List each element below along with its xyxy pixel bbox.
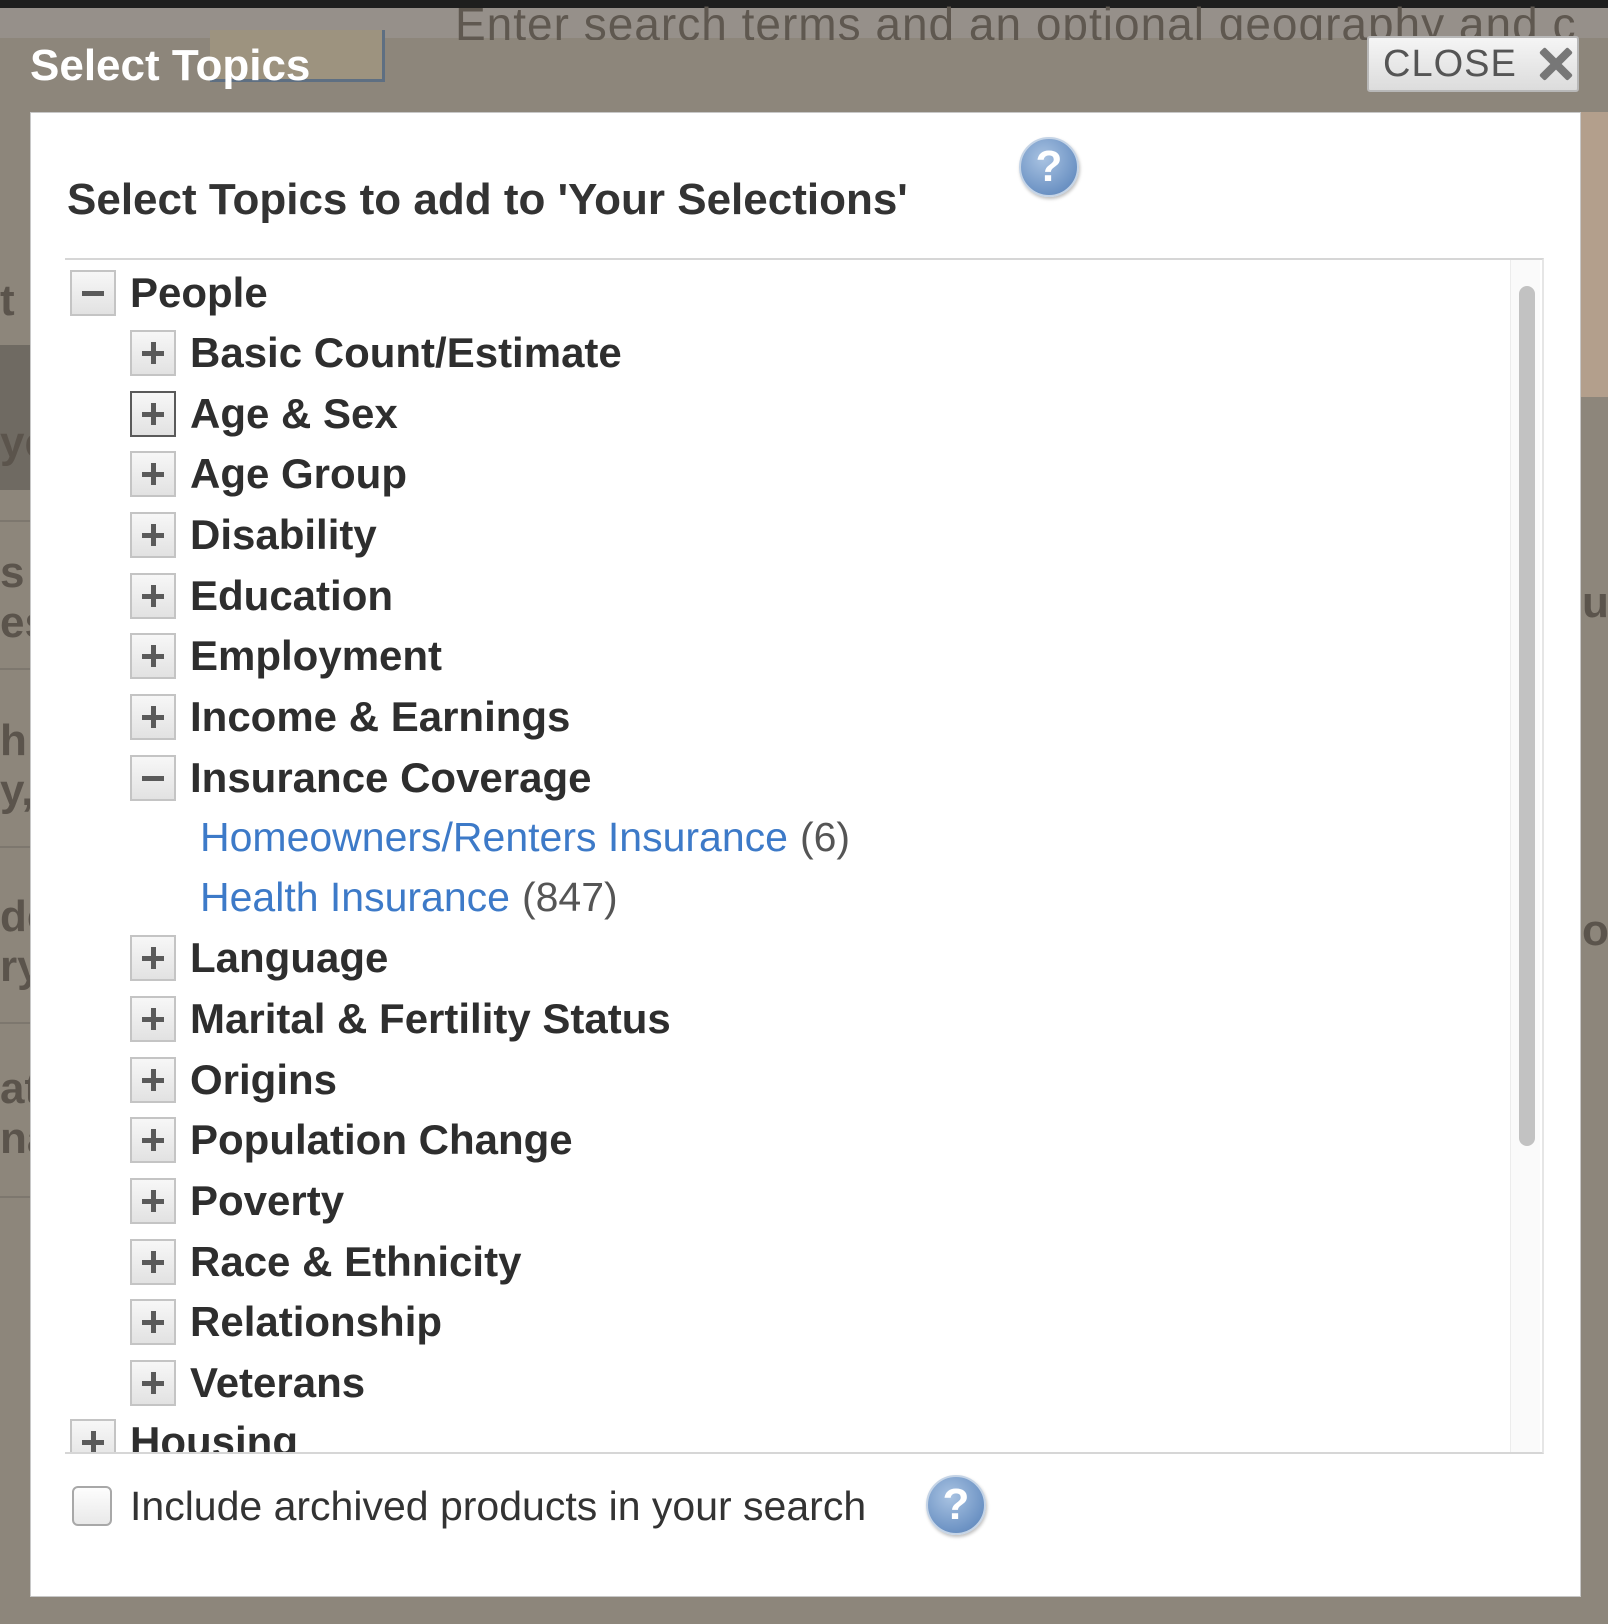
tree-node-label: Marital & Fertility Status bbox=[190, 995, 671, 1042]
archive-checkbox[interactable] bbox=[72, 1486, 112, 1526]
tree-node-label: Employment bbox=[190, 632, 443, 679]
tree-node-label: Relationship bbox=[190, 1298, 443, 1345]
close-button[interactable]: CLOSE bbox=[1367, 36, 1579, 92]
expand-icon[interactable] bbox=[130, 451, 176, 497]
tree-node-disability[interactable]: Disability bbox=[130, 507, 377, 563]
leaf-homeowners-renters-insurance[interactable]: Homeowners/Renters Insurance (6) bbox=[200, 812, 850, 862]
tree-node-marital-fertility[interactable]: Marital & Fertility Status bbox=[130, 991, 671, 1047]
tree-node-label: Basic Count/Estimate bbox=[190, 329, 622, 376]
expand-icon[interactable] bbox=[130, 1299, 176, 1345]
topics-tree: People Basic Count/Estimate Age & Sex Ag… bbox=[65, 258, 1544, 1454]
expand-icon[interactable] bbox=[130, 633, 176, 679]
leaf-health-insurance[interactable]: Health Insurance (847) bbox=[200, 872, 618, 922]
tree-node-poverty[interactable]: Poverty bbox=[130, 1173, 344, 1229]
expand-icon[interactable] bbox=[130, 1117, 176, 1163]
tree-node-label: Population Change bbox=[190, 1116, 573, 1163]
help-icon[interactable]: ? bbox=[926, 1475, 986, 1535]
expand-icon[interactable] bbox=[130, 935, 176, 981]
tree-node-label: Insurance Coverage bbox=[190, 754, 592, 801]
tree-node-income-earnings[interactable]: Income & Earnings bbox=[130, 689, 570, 745]
tree-node-employment[interactable]: Employment bbox=[130, 628, 442, 684]
expand-icon[interactable] bbox=[130, 996, 176, 1042]
expand-icon[interactable] bbox=[70, 1419, 116, 1452]
tree-node-relationship[interactable]: Relationship bbox=[130, 1294, 442, 1350]
expand-icon[interactable] bbox=[130, 1178, 176, 1224]
close-label: CLOSE bbox=[1383, 43, 1517, 85]
tree-node-insurance-coverage[interactable]: Insurance Coverage bbox=[130, 750, 592, 806]
tree-node-label: Age Group bbox=[190, 450, 407, 497]
tree-node-origins[interactable]: Origins bbox=[130, 1052, 337, 1108]
tree-node-veterans[interactable]: Veterans bbox=[130, 1355, 365, 1411]
expand-icon[interactable] bbox=[130, 1057, 176, 1103]
expand-icon[interactable] bbox=[130, 1360, 176, 1406]
tree-node-label: Income & Earnings bbox=[190, 693, 571, 740]
topic-link[interactable]: Homeowners/Renters Insurance bbox=[200, 812, 788, 862]
tree-node-people[interactable]: People bbox=[70, 265, 268, 321]
tree-node-label: People bbox=[130, 269, 268, 316]
tree-node-age-sex[interactable]: Age & Sex bbox=[130, 386, 398, 442]
expand-icon[interactable] bbox=[130, 330, 176, 376]
tree-node-housing[interactable]: Housing bbox=[70, 1414, 298, 1454]
expand-icon[interactable] bbox=[130, 573, 176, 619]
modal-title: Select Topics bbox=[30, 41, 311, 90]
archive-label: Include archived products in your search bbox=[130, 1483, 867, 1529]
expand-icon[interactable] bbox=[130, 1239, 176, 1285]
tree-node-label: Education bbox=[190, 572, 394, 619]
expand-icon[interactable] bbox=[130, 694, 176, 740]
topic-link[interactable]: Health Insurance bbox=[200, 872, 510, 922]
tree-node-label: Origins bbox=[190, 1056, 338, 1103]
scrollbar-thumb[interactable] bbox=[1519, 286, 1535, 1146]
tree-node-label: Language bbox=[190, 934, 389, 981]
tree-node-language[interactable]: Language bbox=[130, 930, 388, 986]
tree-node-education[interactable]: Education bbox=[130, 568, 393, 624]
tree-node-label: Poverty bbox=[190, 1177, 345, 1224]
expand-icon[interactable] bbox=[130, 391, 176, 437]
tree-node-population-change[interactable]: Population Change bbox=[130, 1112, 573, 1168]
tree-node-label: Race & Ethnicity bbox=[190, 1238, 522, 1285]
help-icon[interactable]: ? bbox=[1019, 137, 1079, 197]
archive-option[interactable]: Include archived products in your search bbox=[72, 1478, 866, 1534]
tree-node-label: Housing bbox=[130, 1418, 298, 1454]
tree-node-race-ethnicity[interactable]: Race & Ethnicity bbox=[130, 1234, 521, 1290]
close-icon bbox=[1535, 44, 1575, 84]
scrollbar[interactable] bbox=[1510, 260, 1540, 1452]
tree-node-label: Veterans bbox=[190, 1359, 366, 1406]
panel-heading: Select Topics to add to 'Your Selections… bbox=[67, 175, 908, 224]
tree-node-label: Age & Sex bbox=[190, 390, 398, 437]
topic-count: (847) bbox=[521, 874, 618, 920]
collapse-icon[interactable] bbox=[130, 755, 176, 801]
tree-node-label: Disability bbox=[190, 511, 377, 558]
tree-node-basic-count[interactable]: Basic Count/Estimate bbox=[130, 325, 622, 381]
topic-count: (6) bbox=[799, 814, 851, 860]
expand-icon[interactable] bbox=[130, 512, 176, 558]
tree-node-age-group[interactable]: Age Group bbox=[130, 446, 407, 502]
collapse-icon[interactable] bbox=[70, 270, 116, 316]
